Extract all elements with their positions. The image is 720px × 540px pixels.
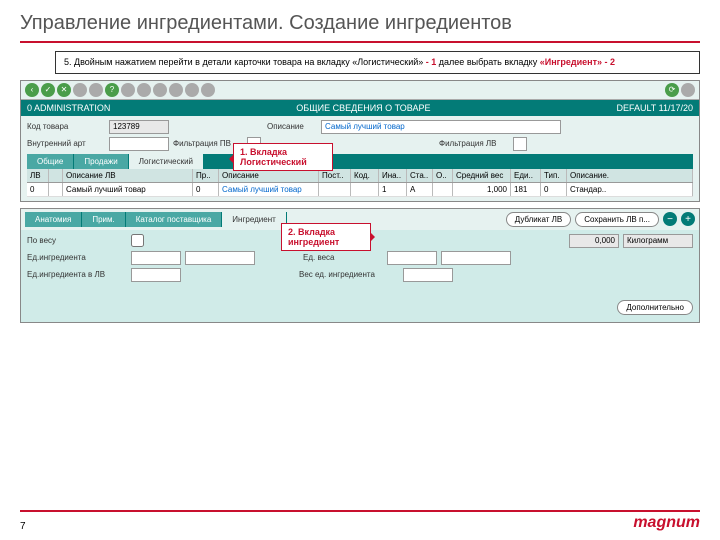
t1: Двойным нажатием перейти в детали карточ… [72,57,426,67]
lv-grid: ЛВ Описание ЛВ Пр.. Описание Пост.. Код.… [27,169,693,197]
art-input[interactable] [109,137,169,151]
tb-icon[interactable] [137,83,151,97]
w-unit-input[interactable] [387,251,437,265]
table-row[interactable]: 0 Самый лучший товар 0 Самый лучший това… [27,183,693,197]
weight-label: По весу [27,236,127,245]
art-label: Внутренний арт [27,139,105,148]
tab-supplier-catalog[interactable]: Каталог поставщика [126,212,223,227]
plus-icon[interactable]: + [681,212,695,226]
grid-header: ЛВ Описание ЛВ Пр.. Описание Пост.. Код.… [27,169,693,183]
desc-label: Описание [267,122,317,131]
weight-unit [623,234,693,248]
r1: - 1 [426,57,437,67]
form-area: Код товара Описание Внутренний арт Фильт… [21,116,699,201]
duplicate-button[interactable]: Дубликат ЛВ [506,212,571,227]
help-icon[interactable]: ? [105,83,119,97]
tb-icon[interactable] [89,83,103,97]
tb-icon[interactable] [153,83,167,97]
hdr-center: ОБЩИЕ СВЕДЕНИЯ О ТОВАРЕ [296,103,430,113]
tab-logistic[interactable]: Логистический [129,154,204,169]
footer-divider [20,510,700,512]
callout-2: 2. Вкладка ингредиент [281,223,371,251]
tb-icon[interactable] [73,83,87,97]
ok-icon[interactable]: ✓ [41,83,55,97]
toolbar: ‹ ✓ ✕ ? ⟳ [21,81,699,100]
ing-lv-label: Ед.ингредиента в ЛВ [27,270,127,279]
instruction-box: 5. Двойным нажатием перейти в детали кар… [55,51,700,74]
ing-unit-input[interactable] [131,251,181,265]
r2: «Ингредиент» - 2 [540,57,615,67]
tb-icon[interactable] [201,83,215,97]
tab-ingredient[interactable]: Ингредиент [222,212,286,227]
minus-icon[interactable]: − [663,212,677,226]
w-ing-label: Вес ед. ингредиента [299,270,399,279]
back-icon[interactable]: ‹ [25,83,39,97]
page-number: 7 [20,521,26,532]
step-num: 5. [64,57,72,67]
ing-unit-input2[interactable] [185,251,255,265]
tb-icon[interactable] [681,83,695,97]
tab-general[interactable]: Общие [27,154,74,169]
product-panel: ‹ ✓ ✕ ? ⟳ 0 ADMINISTRATION ОБЩИЕ СВЕДЕНИ… [20,80,700,202]
footer: 7 magnum [20,514,700,532]
save-button[interactable]: Сохранить ЛВ п... [575,212,659,227]
w-unit-input2[interactable] [441,251,511,265]
tab-sales[interactable]: Продажи [74,154,128,169]
hdr-right: DEFAULT 11/17/20 [616,103,693,113]
flv-input[interactable] [513,137,527,151]
tb-icon[interactable] [185,83,199,97]
code-label: Код товара [27,122,105,131]
w-unit-label: Ед. веса [303,253,383,262]
weight-checkbox[interactable] [131,234,144,247]
hdr-left: 0 ADMINISTRATION [27,103,110,113]
ing-unit-label: Ед.ингредиента [27,253,127,262]
tb-icon[interactable] [169,83,183,97]
tabs1: Общие Продажи Логистический [27,154,693,169]
ing-lv-input[interactable] [131,268,181,282]
more-button[interactable]: Дополнительно [617,300,693,315]
tb-icon[interactable] [121,83,135,97]
divider [20,41,700,43]
refresh-icon[interactable]: ⟳ [665,83,679,97]
w-ing-input[interactable] [403,268,453,282]
desc-input[interactable] [321,120,561,134]
tab-note[interactable]: Прим. [82,212,125,227]
t2: далее выбрать вкладку [436,57,539,67]
flv-label: Фильтрация ЛВ [439,139,509,148]
logo: magnum [633,514,700,532]
code-input[interactable] [109,120,169,134]
header-bar: 0 ADMINISTRATION ОБЩИЕ СВЕДЕНИЯ О ТОВАРЕ… [21,100,699,116]
cancel-icon[interactable]: ✕ [57,83,71,97]
tab-anatomy[interactable]: Анатомия [25,212,82,227]
ingredient-panel: Анатомия Прим. Каталог поставщика Ингред… [20,208,700,323]
page-title: Управление ингредиентами. Создание ингре… [0,0,720,41]
callout-1: 1. Вкладка Логистический [233,143,333,171]
weight-value [569,234,619,248]
